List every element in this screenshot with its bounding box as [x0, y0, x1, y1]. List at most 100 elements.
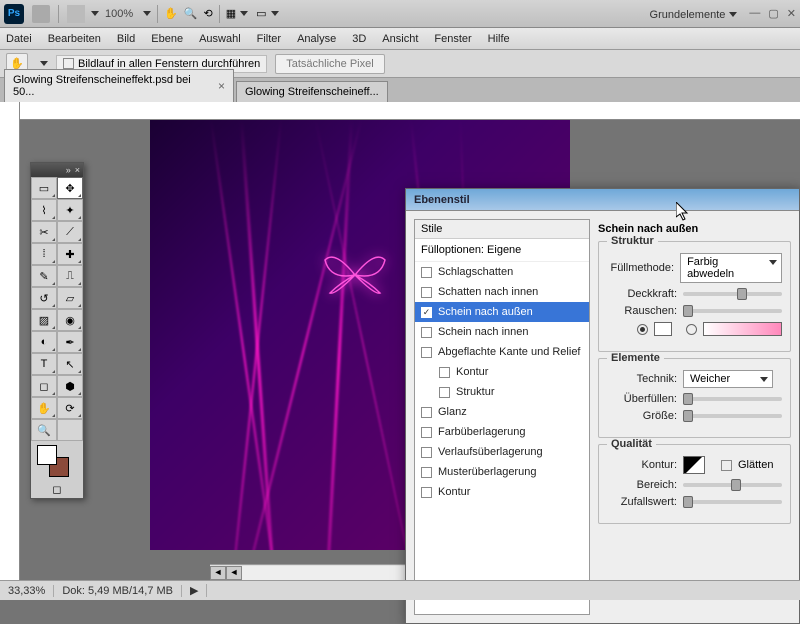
- screen-mode-icon[interactable]: ▭: [256, 7, 266, 20]
- tab-1-label: Glowing Streifenscheineffekt.psd bei 50.…: [13, 74, 212, 98]
- workspace-switcher[interactable]: Grundelemente: [650, 9, 726, 21]
- menu-bar: Datei Bearbeiten Bild Ebene Auswahl Filt…: [0, 28, 800, 50]
- zoom-tool[interactable]: 🔍: [31, 419, 57, 441]
- menu-3d[interactable]: 3D: [352, 33, 366, 45]
- opacity-slider[interactable]: [683, 292, 782, 296]
- rotate-view-tool[interactable]: ⟳: [57, 397, 83, 419]
- menu-analysis[interactable]: Analyse: [297, 33, 336, 45]
- style-bevel-contour[interactable]: Kontur: [415, 362, 589, 382]
- foreground-swatch[interactable]: [37, 445, 57, 465]
- arrange-icon[interactable]: ▦: [226, 7, 236, 20]
- quick-select-tool[interactable]: ✦: [57, 199, 83, 221]
- menu-view[interactable]: Ansicht: [382, 33, 418, 45]
- move-tool[interactable]: ✥: [57, 177, 83, 199]
- dialog-title[interactable]: Ebenenstil: [406, 189, 799, 211]
- document-tab-2[interactable]: Glowing Streifenscheineff...: [236, 81, 388, 102]
- tab-1-close-icon[interactable]: ×: [218, 79, 225, 93]
- scroll-all-label: Bildlauf in allen Fenstern durchführen: [78, 58, 260, 70]
- crop-tool[interactable]: ✂: [31, 221, 57, 243]
- history-brush-tool[interactable]: ↺: [31, 287, 57, 309]
- status-arrow-icon[interactable]: ▶: [182, 584, 207, 597]
- styles-list: Stile Fülloptionen: Eigene Schlagschatte…: [414, 219, 590, 615]
- healing-tool[interactable]: ✚: [57, 243, 83, 265]
- color-swatches[interactable]: [31, 441, 83, 481]
- actual-pixels-button[interactable]: Tatsächliche Pixel: [275, 54, 384, 74]
- color-radio[interactable]: [637, 324, 648, 335]
- noise-slider[interactable]: [683, 309, 782, 313]
- style-bevel[interactable]: Abgeflachte Kante und Relief: [415, 342, 589, 362]
- style-bevel-texture[interactable]: Struktur: [415, 382, 589, 402]
- scroll-left-icon[interactable]: ◄: [210, 566, 226, 580]
- menu-window[interactable]: Fenster: [434, 33, 471, 45]
- structure-group: Struktur Füllmethode: Farbig abwedeln De…: [598, 241, 791, 352]
- zoom-icon[interactable]: 🔍: [184, 7, 198, 20]
- outer-glow-header: Schein nach außen: [598, 223, 791, 235]
- glow-color-swatch[interactable]: [654, 322, 672, 336]
- gradient-radio[interactable]: [686, 324, 697, 335]
- scroll-left2-icon[interactable]: ◄: [226, 566, 242, 580]
- menu-layer[interactable]: Ebene: [151, 33, 183, 45]
- eraser-tool[interactable]: ▱: [57, 287, 83, 309]
- blur-tool[interactable]: ◉: [57, 309, 83, 331]
- range-slider[interactable]: [683, 483, 782, 487]
- glow-gradient-swatch[interactable]: [703, 322, 782, 336]
- eyedropper-tool[interactable]: ⁞: [31, 243, 57, 265]
- marquee-tool[interactable]: ▭: [31, 177, 57, 199]
- bridge-icon[interactable]: [32, 5, 50, 23]
- view-extras-icon[interactable]: [67, 5, 85, 23]
- style-inner-shadow[interactable]: Schatten nach innen: [415, 282, 589, 302]
- hand-icon[interactable]: ✋: [164, 7, 178, 20]
- status-zoom[interactable]: 33,33%: [0, 585, 54, 597]
- menu-file[interactable]: Datei: [6, 33, 32, 45]
- rotate-icon[interactable]: ⟲: [204, 7, 213, 20]
- style-color-overlay[interactable]: Farbüberlagerung: [415, 422, 589, 442]
- shape-tool[interactable]: ◻: [31, 375, 57, 397]
- status-bar: 33,33% Dok: 5,49 MB/14,7 MB ▶: [0, 580, 800, 600]
- close-icon[interactable]: ✕: [787, 7, 796, 20]
- toolbox-close-icon[interactable]: ×: [75, 165, 80, 175]
- menu-edit[interactable]: Bearbeiten: [48, 33, 101, 45]
- butterfly-graphic: [320, 245, 390, 300]
- size-slider[interactable]: [683, 414, 782, 418]
- ruler-horizontal: [20, 102, 800, 120]
- menu-select[interactable]: Auswahl: [199, 33, 241, 45]
- tools-panel[interactable]: » × ▭ ✥ ⌇ ✦ ✂ ⟋ ⁞ ✚ ✎ ⎍ ↺ ▱ ▨ ◉ ◐ ✒ T ↖ ◻…: [30, 162, 84, 499]
- quality-group: Qualität Kontur: Glätten Bereich: Zufall…: [598, 444, 791, 524]
- type-tool[interactable]: T: [31, 353, 57, 375]
- style-inner-glow[interactable]: Schein nach innen: [415, 322, 589, 342]
- quick-mask-toggle[interactable]: ◻: [31, 481, 83, 498]
- minimize-icon[interactable]: —: [749, 7, 760, 20]
- lasso-tool[interactable]: ⌇: [31, 199, 57, 221]
- zoom-level[interactable]: 100%: [105, 8, 133, 20]
- status-doc[interactable]: Dok: 5,49 MB/14,7 MB: [54, 585, 182, 597]
- style-pattern-overlay[interactable]: Musterüberlagerung: [415, 462, 589, 482]
- styles-header: Stile: [415, 220, 589, 239]
- toolbox-collapse-icon[interactable]: »: [66, 165, 71, 175]
- style-outer-glow[interactable]: ✓Schein nach außen: [415, 302, 589, 322]
- dodge-tool[interactable]: ◐: [31, 331, 57, 353]
- fill-options[interactable]: Fülloptionen: Eigene: [415, 239, 589, 262]
- menu-help[interactable]: Hilfe: [488, 33, 510, 45]
- 3d-tool[interactable]: ⬢: [57, 375, 83, 397]
- style-satin[interactable]: Glanz: [415, 402, 589, 422]
- menu-image[interactable]: Bild: [117, 33, 135, 45]
- jitter-slider[interactable]: [683, 500, 782, 504]
- contour-picker[interactable]: [683, 456, 705, 474]
- path-select-tool[interactable]: ↖: [57, 353, 83, 375]
- stamp-tool[interactable]: ⎍: [57, 265, 83, 287]
- style-gradient-overlay[interactable]: Verlaufsüberlagerung: [415, 442, 589, 462]
- anti-alias-checkbox[interactable]: [721, 460, 732, 471]
- style-stroke[interactable]: Kontur: [415, 482, 589, 502]
- menu-filter[interactable]: Filter: [257, 33, 281, 45]
- brush-tool[interactable]: ✎: [31, 265, 57, 287]
- document-tab-1[interactable]: Glowing Streifenscheineffekt.psd bei 50.…: [4, 69, 234, 102]
- gradient-tool[interactable]: ▨: [31, 309, 57, 331]
- blend-mode-dropdown[interactable]: Farbig abwedeln: [680, 253, 782, 283]
- maximize-icon[interactable]: ▢: [768, 7, 778, 20]
- pen-tool[interactable]: ✒: [57, 331, 83, 353]
- technique-dropdown[interactable]: Weicher: [683, 370, 773, 388]
- hand-tool[interactable]: ✋: [31, 397, 57, 419]
- slice-tool[interactable]: ⟋: [57, 221, 83, 243]
- style-drop-shadow[interactable]: Schlagschatten: [415, 262, 589, 282]
- spread-slider[interactable]: [683, 397, 782, 401]
